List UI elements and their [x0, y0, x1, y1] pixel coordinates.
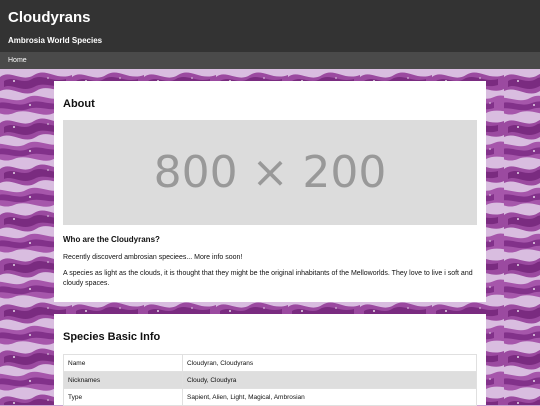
- about-paragraph-1: Recently discoverd ambrosian speciees...…: [63, 254, 243, 261]
- table-value: Cloudy, Cloudyra: [182, 371, 477, 389]
- image-placeholder-label: 800 × 200: [153, 147, 387, 198]
- species-info-card: Species Basic Info Name Cloudyran, Cloud…: [54, 314, 486, 406]
- table-key: Type: [63, 388, 183, 406]
- table-key: Nicknames: [63, 371, 183, 389]
- table-row: Nicknames Cloudy, Cloudyra: [63, 371, 477, 389]
- table-key: Name: [63, 354, 183, 372]
- nav-bar: Home: [0, 52, 540, 69]
- site-header: Cloudyrans Ambrosia World Species: [0, 0, 540, 52]
- about-heading: About: [63, 98, 95, 110]
- site-title[interactable]: Cloudyrans: [8, 9, 532, 26]
- about-subheading: Who are the Cloudyrans?: [63, 235, 160, 244]
- table-row: Name Cloudyran, Cloudyrans: [63, 354, 477, 372]
- site-subtitle: Ambrosia World Species: [8, 36, 103, 45]
- table-row: Type Sapient, Alien, Light, Magical, Amb…: [63, 388, 477, 406]
- nav-home-link[interactable]: Home: [8, 52, 27, 69]
- species-info-heading: Species Basic Info: [63, 331, 161, 343]
- about-card: About 800 × 200 Who are the Cloudyrans? …: [54, 81, 486, 302]
- image-placeholder: 800 × 200: [63, 120, 477, 225]
- about-paragraph-2: A species as light as the clouds, it is …: [63, 270, 473, 287]
- table-value: Cloudyran, Cloudyrans: [182, 354, 477, 372]
- table-value: Sapient, Alien, Light, Magical, Ambrosia…: [182, 388, 477, 406]
- species-info-table: Name Cloudyran, Cloudyrans Nicknames Clo…: [63, 354, 477, 406]
